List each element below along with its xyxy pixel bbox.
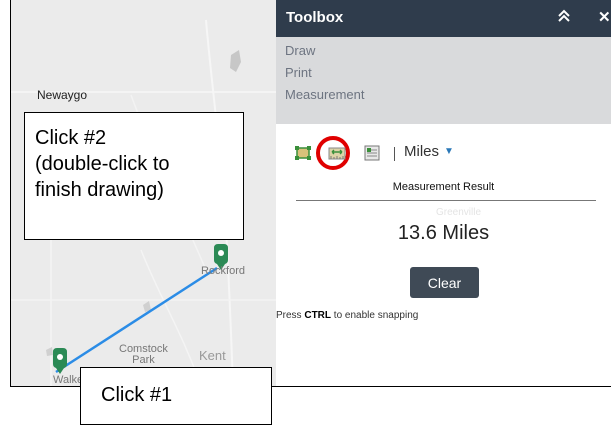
toolbar-separator xyxy=(394,147,395,161)
callout-click-2: Click #2 (double-click to finish drawing… xyxy=(24,112,244,240)
menu-item-draw[interactable]: Draw xyxy=(276,37,611,59)
clear-button[interactable]: Clear xyxy=(410,267,479,298)
area-tool-icon[interactable] xyxy=(294,144,312,162)
callout-click-2-line-1: Click #2 xyxy=(35,127,107,149)
callout-click-1: Click #1 xyxy=(80,367,272,425)
unit-dropdown-value: Miles xyxy=(404,143,440,160)
label-comstock-park: Comstock Park xyxy=(119,343,168,366)
measurement-result-label: Measurement Result xyxy=(392,181,495,193)
measurement-result-value: 13.6 Miles xyxy=(397,222,490,244)
label-newaygo: Newaygo xyxy=(37,88,88,102)
snapping-hint: Press CTRL to enable snapping xyxy=(276,310,418,321)
measurement-toolbar: Miles ▼ xyxy=(276,136,611,172)
snap-hint-key: CTRL xyxy=(304,310,332,321)
toolbox-panel: Toolbox ✕ Draw Print Measurement Miles ▼… xyxy=(276,0,611,387)
toolbox-menu: Draw Print Measurement xyxy=(276,37,611,124)
label-kent: Kent xyxy=(199,348,226,363)
menu-item-print[interactable]: Print xyxy=(276,59,611,81)
label-rockford: Rockford xyxy=(201,265,246,277)
menu-item-measurement[interactable]: Measurement xyxy=(276,81,611,110)
callout-click-2-line-3: finish drawing) xyxy=(35,179,164,201)
distance-tool-icon[interactable] xyxy=(328,144,346,162)
location-tool-icon[interactable] xyxy=(363,144,381,162)
toolbox-title: Toolbox xyxy=(286,9,344,26)
unit-dropdown[interactable]: Miles ▼ xyxy=(404,143,454,160)
snap-hint-suffix: to enable snapping xyxy=(331,310,419,321)
close-icon[interactable]: ✕ xyxy=(598,8,611,26)
snap-hint-prefix: Press xyxy=(276,310,305,321)
marker-walker xyxy=(53,348,67,374)
caret-down-icon: ▼ xyxy=(444,146,454,157)
double-chevron-up-icon[interactable] xyxy=(557,9,571,26)
result-divider xyxy=(296,200,596,201)
toolbox-header: Toolbox ✕ xyxy=(276,0,611,37)
callout-click-2-line-2: (double-click to xyxy=(35,153,170,175)
faint-map-label: Greenville xyxy=(436,207,482,218)
